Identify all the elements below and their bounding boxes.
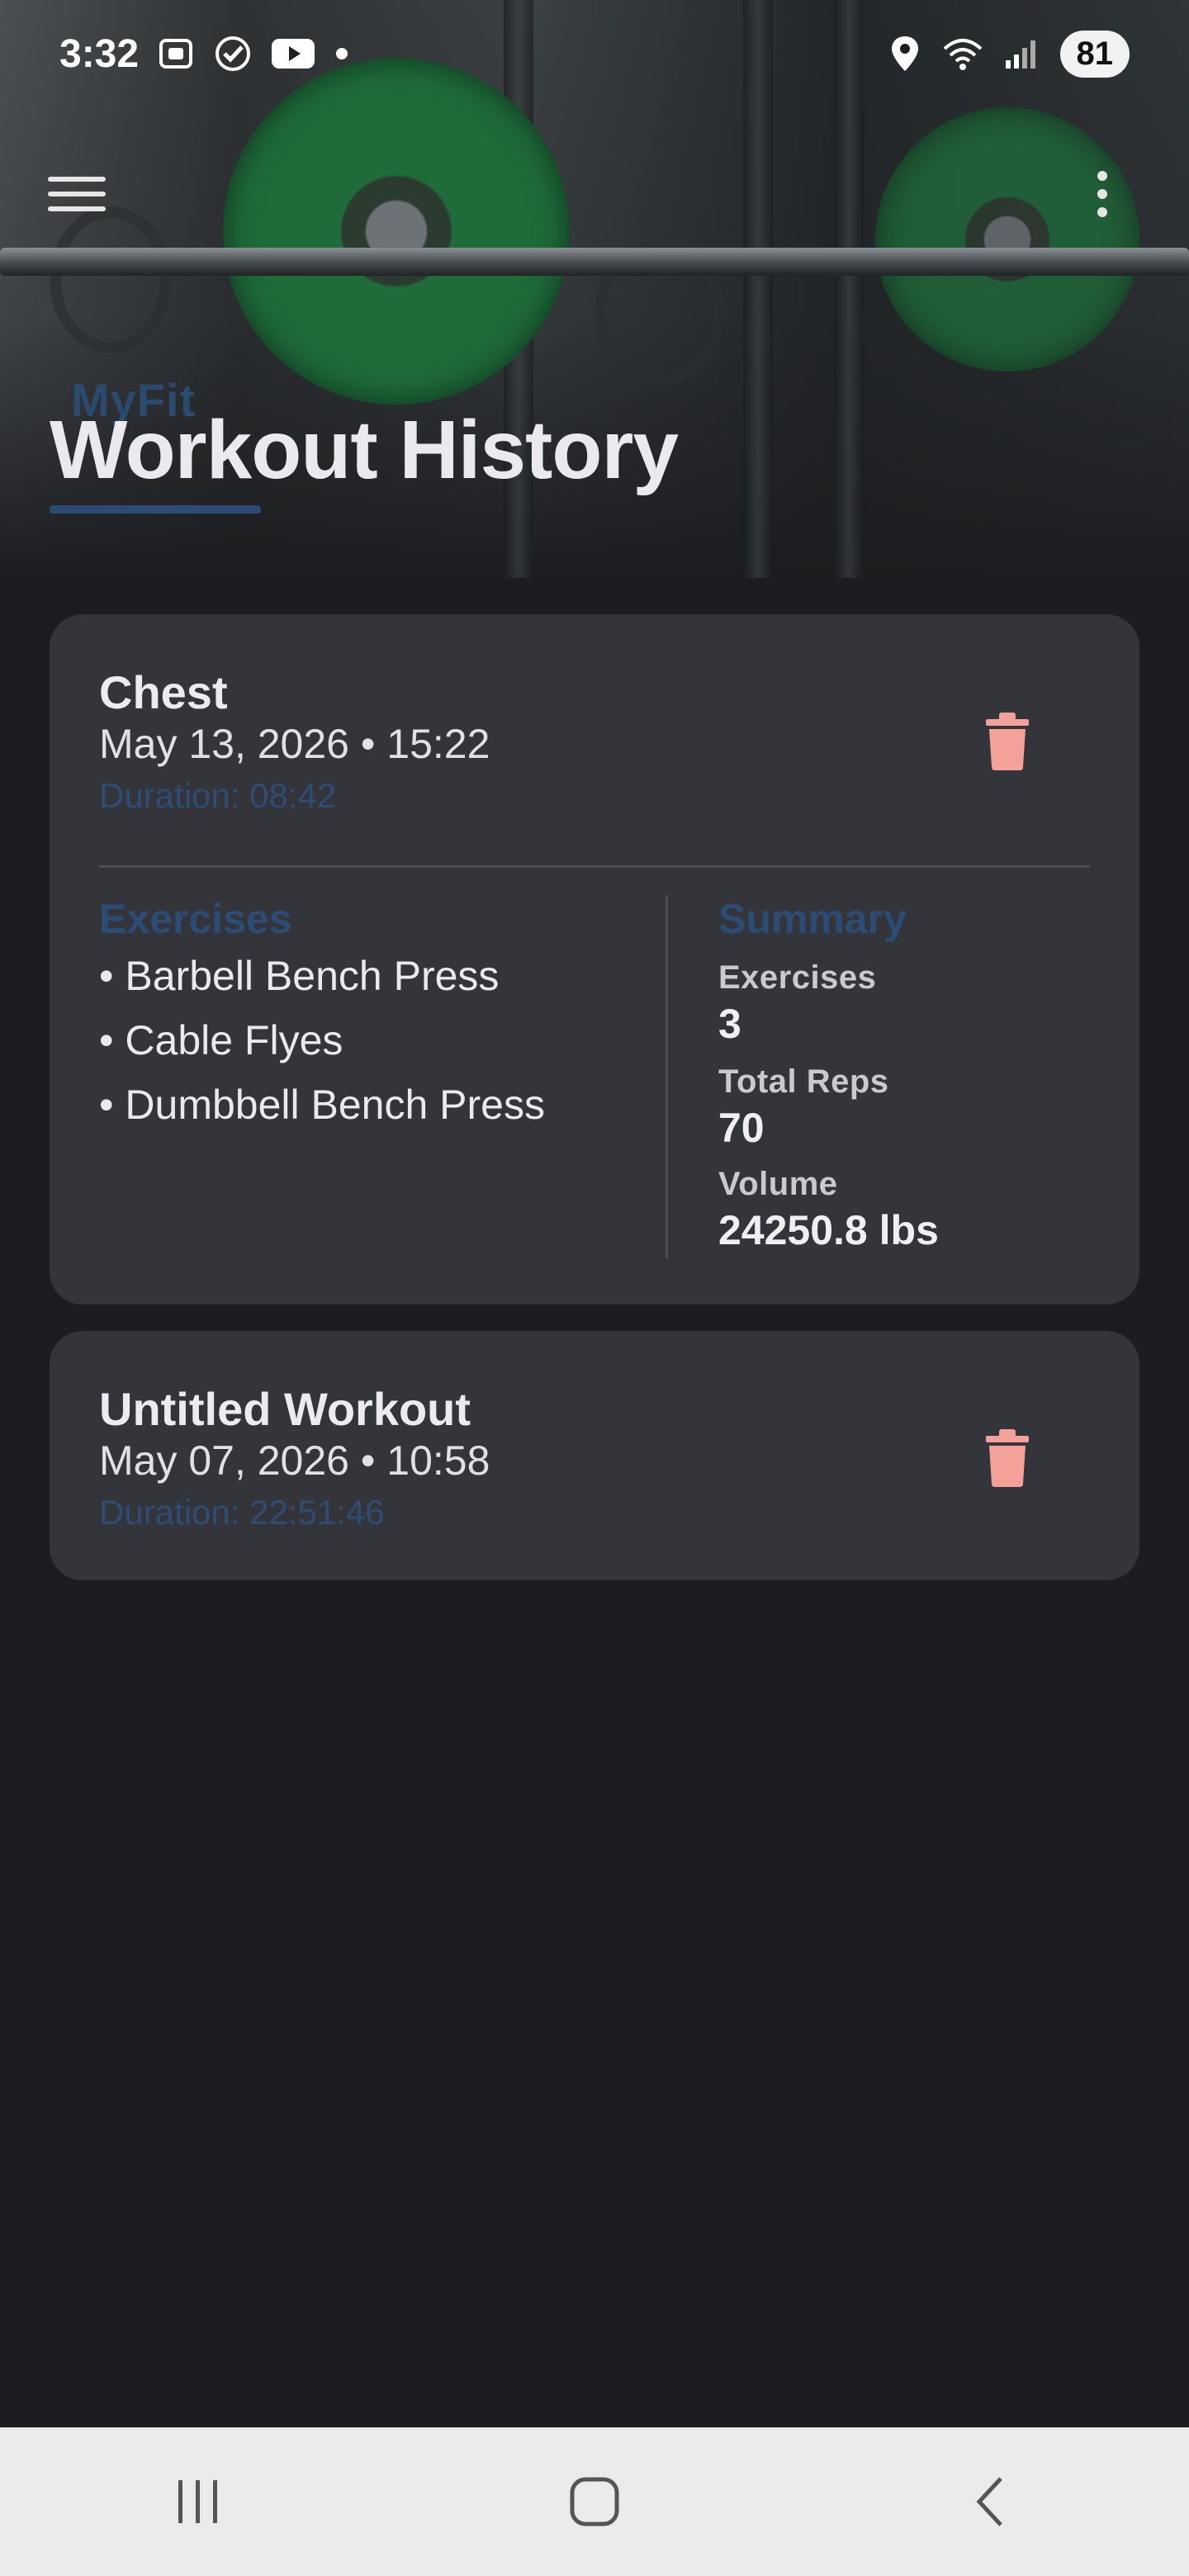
more-vertical-icon[interactable] [1082,161,1123,227]
notification-dot-icon [334,45,350,62]
summary-label: Exercises [718,959,877,996]
summary-volume: Volume 24250.8 lbs [718,1166,939,1254]
wifi-icon [941,36,984,72]
recents-icon[interactable] [132,2452,264,2551]
workout-name: Untitled Workout [99,1383,471,1435]
card-divider [99,865,1090,868]
list-item: • Barbell Bench Press [99,953,500,999]
screenshot-icon [157,35,195,73]
summary-total-reps: Total Reps 70 [718,1063,889,1152]
hamburger-menu-icon[interactable] [48,161,122,227]
workout-date: May 07, 2026 • 10:58 [99,1437,490,1484]
list-item: • Cable Flyes [99,1017,343,1063]
workout-duration: Duration: 22:51:46 [99,1493,385,1532]
battery-indicator: 81 [1059,30,1130,78]
column-divider [666,895,668,1258]
exercises-heading: Exercises [99,896,292,942]
workout-card[interactable]: Chest May 13, 2026 • 15:22 Duration: 08:… [50,614,1139,1305]
back-icon[interactable] [925,2452,1057,2551]
workout-card[interactable]: Untitled Workout May 07, 2026 • 10:58 Du… [50,1331,1139,1580]
summary-value: 3 [718,1001,741,1047]
workout-date: May 13, 2026 • 15:22 [99,721,490,767]
summary-exercises: Exercises 3 [718,959,876,1048]
trash-icon[interactable] [974,1418,1040,1498]
home-icon[interactable] [528,2452,661,2551]
signal-icon [1004,37,1040,70]
check-circle-icon [213,34,253,73]
system-nav-bar [0,2427,1189,2576]
summary-label: Volume [718,1166,838,1202]
summary-heading: Summary [718,896,907,942]
summary-label: Total Reps [718,1063,889,1100]
workout-duration: Duration: 08:42 [99,776,337,815]
list-item: • Dumbbell Bench Press [99,1082,545,1128]
workout-name: Chest [99,666,228,718]
exercise-list: • Barbell Bench Press • Cable Flyes • Du… [99,951,545,1144]
summary-value: 24250.8 lbs [718,1207,939,1253]
status-bar: 3:32 81 [0,0,1189,107]
title-underline [50,505,261,514]
status-time: 3:32 [59,31,140,76]
summary-value: 70 [718,1105,765,1151]
page-title: Workout History [50,404,679,496]
trash-icon[interactable] [974,702,1040,781]
youtube-icon [271,37,315,70]
location-icon [888,35,921,73]
